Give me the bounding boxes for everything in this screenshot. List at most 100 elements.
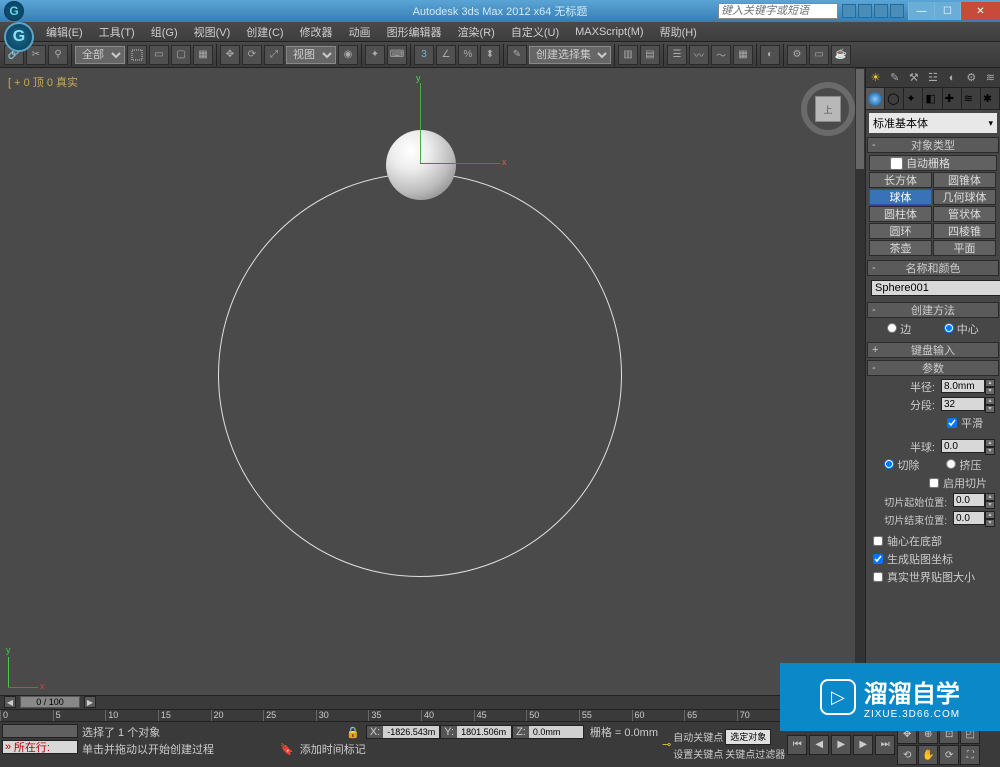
curve-editor-icon[interactable]: 〜	[711, 45, 731, 65]
hemi-input[interactable]	[941, 439, 985, 453]
spinner-snap-icon[interactable]: ⬍	[480, 45, 500, 65]
menu-maxscript[interactable]: MAXScript(M)	[567, 26, 651, 38]
radio-edge[interactable]: 边	[887, 321, 911, 337]
tab-shapes[interactable]: ◯	[885, 88, 904, 109]
radius-input[interactable]	[941, 379, 985, 393]
coord-z[interactable]: 0.0mm	[529, 727, 583, 737]
named-selset-dropdown[interactable]: 创建选择集	[529, 46, 611, 64]
manip-icon[interactable]: ✦	[365, 45, 385, 65]
rollout-header[interactable]: -名称和颜色	[867, 260, 999, 276]
tool-icon[interactable]: ⚙	[964, 71, 978, 85]
viewport-label[interactable]: [ + 0 顶 0 真实	[8, 74, 78, 90]
nav-icon[interactable]: ⟳	[939, 745, 959, 765]
nav-icon[interactable]: ✋	[918, 745, 938, 765]
key-selset-dropdown[interactable]: 选定对象	[725, 729, 771, 745]
align-icon[interactable]: ▤	[640, 45, 660, 65]
snap-toggle-icon[interactable]: 3	[414, 45, 434, 65]
menu-modifier[interactable]: 修改器	[292, 24, 341, 40]
btn-plane[interactable]: 平面	[933, 240, 996, 256]
spin-down[interactable]: ▾	[985, 387, 995, 395]
rendered-frame-icon[interactable]: ▭	[809, 45, 829, 65]
help-search[interactable]	[718, 3, 838, 19]
prev-key-icon[interactable]: ◀	[809, 735, 829, 755]
rotate-icon[interactable]: ⟳	[242, 45, 262, 65]
menu-help[interactable]: 帮助(H)	[652, 24, 705, 40]
keymode-icon[interactable]: ⌨	[387, 45, 407, 65]
rollout-header[interactable]: +键盘输入	[867, 342, 999, 358]
object-name-input[interactable]	[871, 280, 1000, 296]
menu-create[interactable]: 创建(C)	[238, 24, 291, 40]
sphere-object[interactable]	[386, 130, 456, 200]
close-button[interactable]: ✕	[960, 2, 1000, 20]
percent-snap-icon[interactable]: %	[458, 45, 478, 65]
viewcube-face[interactable]: 上	[815, 96, 841, 122]
gcurve-icon[interactable]: 〰	[689, 45, 709, 65]
nav-icon[interactable]: ⟲	[897, 745, 917, 765]
tool-icon[interactable]: ◐	[945, 71, 959, 85]
mini-listener-top[interactable]	[2, 724, 78, 738]
rollout-header[interactable]: -创建方法	[867, 302, 999, 318]
radio-center[interactable]: 中心	[944, 321, 979, 337]
play-icon[interactable]: ▶	[831, 735, 851, 755]
tab-cameras[interactable]: ◧	[923, 88, 942, 109]
selection-filter[interactable]: 全部	[75, 46, 125, 64]
radio-squash[interactable]: 挤压	[946, 457, 981, 473]
menu-customize[interactable]: 自定义(U)	[503, 24, 567, 40]
toolbar-icon[interactable]	[842, 4, 856, 18]
toolbar-icon[interactable]	[890, 4, 904, 18]
help-search-input[interactable]	[718, 3, 838, 19]
coord-x[interactable]: -1826.543m	[383, 727, 439, 737]
scale-icon[interactable]: ⤢	[264, 45, 284, 65]
rollout-header[interactable]: -对象类型	[867, 137, 999, 153]
real-world-check[interactable]	[873, 572, 883, 582]
viewcube[interactable]: 上	[801, 82, 855, 136]
move-icon[interactable]: ✥	[220, 45, 240, 65]
select-rect-icon[interactable]: ▢	[171, 45, 191, 65]
slice-to-input[interactable]	[953, 511, 985, 525]
application-button[interactable]: G	[4, 22, 34, 52]
mirror-icon[interactable]: ▥	[618, 45, 638, 65]
key-icon[interactable]: ⊸	[662, 738, 671, 751]
angle-snap-icon[interactable]: ∠	[436, 45, 456, 65]
btn-box[interactable]: 长方体	[869, 172, 932, 188]
btn-torus[interactable]: 圆环	[869, 223, 932, 239]
add-marker[interactable]: 添加时间标记	[300, 741, 366, 757]
goto-end-icon[interactable]: ⏭	[875, 735, 895, 755]
slice-from-input[interactable]	[953, 493, 985, 507]
menu-anim[interactable]: 动画	[341, 24, 379, 40]
sun-icon[interactable]: ☀	[869, 71, 883, 85]
app-logo[interactable]: G	[4, 1, 24, 21]
tab-helpers[interactable]: ✚	[943, 88, 962, 109]
pivot-icon[interactable]: ◉	[338, 45, 358, 65]
lock-icon[interactable]: 🔒	[346, 726, 360, 739]
editset-icon[interactable]: ✎	[507, 45, 527, 65]
layers-icon[interactable]: ☰	[667, 45, 687, 65]
menu-group[interactable]: 组(G)	[143, 24, 186, 40]
tool-icon[interactable]: ☳	[926, 71, 940, 85]
render-icon[interactable]: ☕	[831, 45, 851, 65]
viewport[interactable]: [ + 0 顶 0 真实 上 x y xy	[0, 68, 865, 695]
maximize-button[interactable]: ☐	[934, 2, 960, 20]
smooth-check[interactable]	[947, 418, 957, 428]
ref-coord-dropdown[interactable]: 视图	[286, 46, 336, 64]
time-handle[interactable]: 0 / 100	[20, 696, 80, 708]
tool-icon[interactable]: ≋	[983, 71, 997, 85]
coord-y[interactable]: 1801.506m	[457, 727, 511, 737]
slice-check[interactable]	[929, 478, 939, 488]
radio-chop[interactable]: 切除	[884, 457, 919, 473]
btn-geosphere[interactable]: 几何球体	[933, 189, 996, 205]
minimize-button[interactable]: —	[908, 2, 934, 20]
tab-spacewarps[interactable]: ≋	[962, 88, 981, 109]
nav-icon[interactable]: ⛶	[960, 745, 980, 765]
bind-icon[interactable]: ⚲	[48, 45, 68, 65]
select-object-icon[interactable]	[127, 45, 147, 65]
btn-cylinder[interactable]: 圆柱体	[869, 206, 932, 222]
tab-systems[interactable]: ✱	[981, 88, 1000, 109]
btn-pyramid[interactable]: 四棱锥	[933, 223, 996, 239]
gen-uv-check[interactable]	[873, 554, 883, 564]
material-editor-icon[interactable]: ◐	[760, 45, 780, 65]
window-cross-icon[interactable]: ▦	[193, 45, 213, 65]
toolbar-icon[interactable]	[874, 4, 888, 18]
tag-icon[interactable]: 🔖	[280, 743, 294, 756]
autogrid-check[interactable]: 自动栅格	[869, 155, 997, 171]
